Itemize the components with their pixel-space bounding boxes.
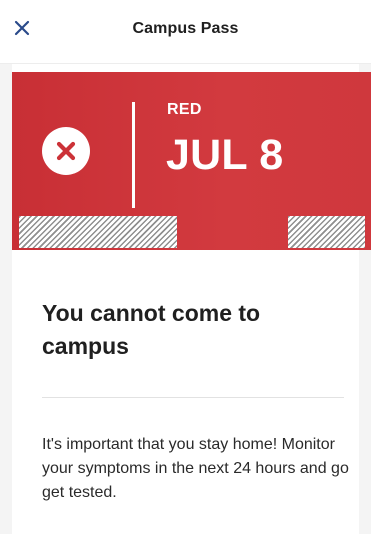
- status-message: It's important that you stay home! Monit…: [42, 436, 349, 501]
- status-banner: RED JUL 8: [12, 72, 371, 250]
- app-header: Campus Pass: [0, 0, 371, 64]
- hatch-pattern-left: [19, 216, 177, 248]
- status-label: RED: [167, 101, 202, 118]
- left-gutter: [0, 64, 12, 534]
- status-card-body: You cannot come to campus It's important…: [12, 250, 359, 534]
- hatch-pattern-right: [288, 216, 365, 248]
- header-divider: [0, 63, 371, 64]
- status-divider: [132, 102, 135, 208]
- status-icon-circle: [42, 127, 90, 175]
- x-circle-icon: [56, 141, 76, 161]
- card-divider: [42, 397, 344, 398]
- status-headline: You cannot come to campus: [42, 300, 261, 360]
- page-title: Campus Pass: [132, 20, 239, 37]
- status-date: JUL 8: [166, 131, 284, 179]
